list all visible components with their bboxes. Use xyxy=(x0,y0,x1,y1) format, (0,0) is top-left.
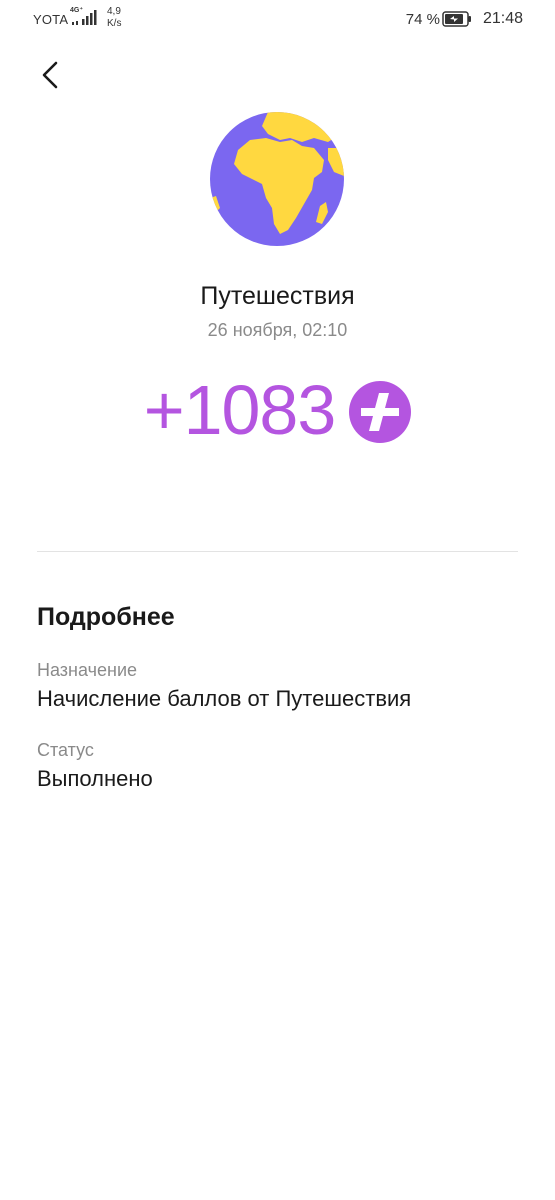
battery-percent: 74 % xyxy=(405,11,440,28)
signal-icon xyxy=(72,10,97,25)
globe-icon xyxy=(210,112,344,246)
transaction-amount: +1083 xyxy=(143,371,337,449)
clock: 21:48 xyxy=(482,10,523,27)
divider xyxy=(37,551,518,552)
back-button[interactable] xyxy=(30,55,70,95)
purpose-label: Назначение xyxy=(37,660,138,680)
amount-row: +1083 xyxy=(0,370,555,450)
details-section-title: Подробнее xyxy=(37,603,175,631)
chevron-left-icon xyxy=(42,61,58,89)
network-speed-unit: K/s xyxy=(107,18,122,29)
network-speed: 4,9 K/s xyxy=(107,6,121,30)
battery-charging-icon xyxy=(442,11,471,27)
transaction-date: 26 ноября, 02:10 xyxy=(207,320,348,340)
network-speed-value: 4,9 xyxy=(107,6,121,17)
status-bar: YOTA 4G⁺ 4,9 K/s 74 % 21:48 xyxy=(0,0,555,40)
status-value: Выполнено xyxy=(37,766,153,791)
status-label: Статус xyxy=(37,740,94,760)
plus-points-icon xyxy=(349,381,412,443)
purpose-value: Начисление баллов от Путешествия xyxy=(37,686,412,711)
transaction-title: Путешествия xyxy=(200,282,355,310)
carrier-label: YOTA xyxy=(33,12,69,27)
